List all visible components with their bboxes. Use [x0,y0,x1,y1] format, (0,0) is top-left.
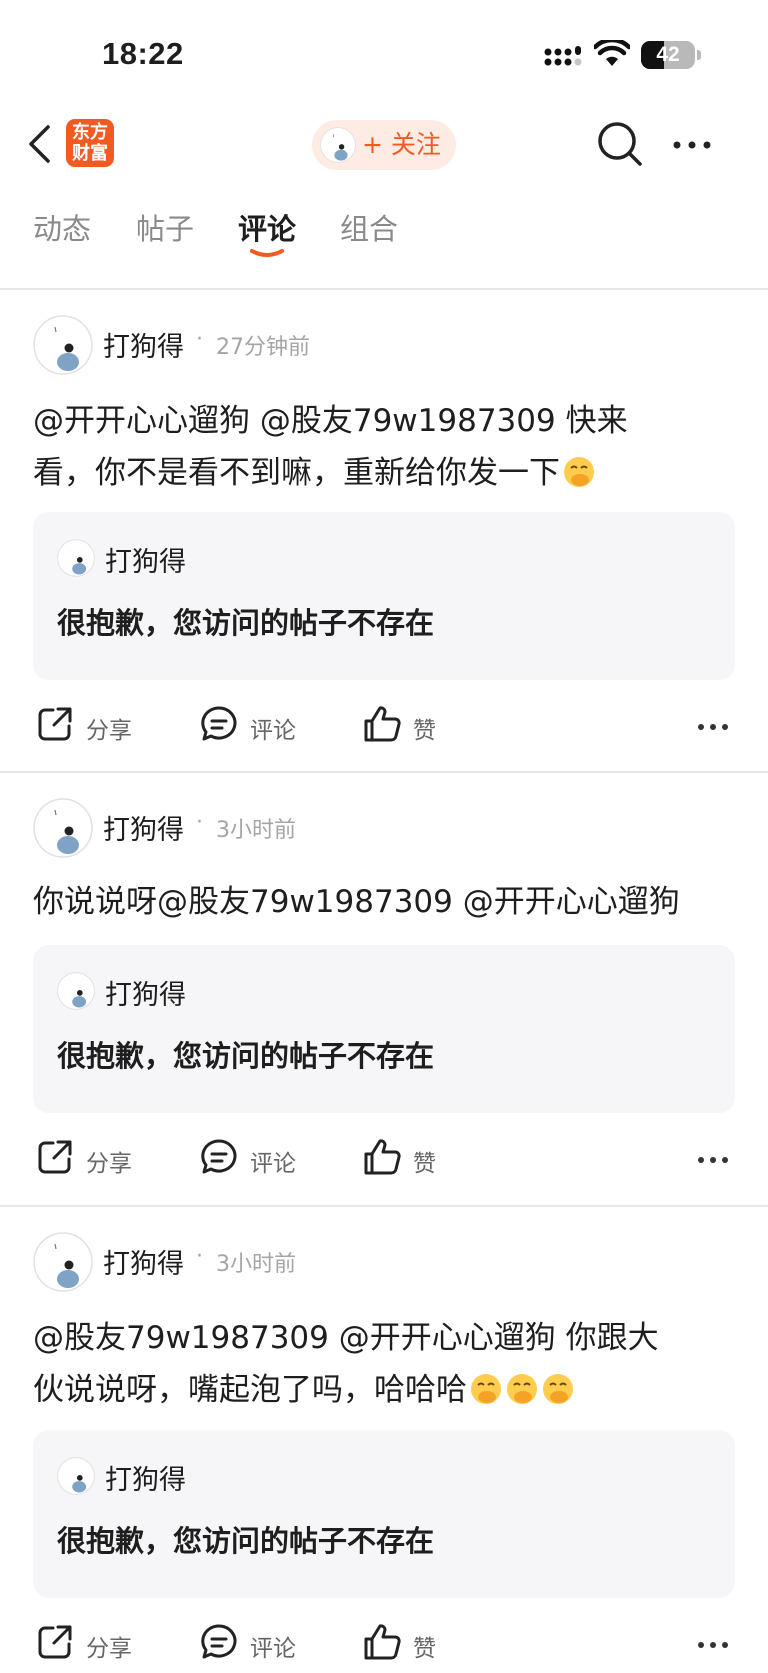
avatar[interactable] [33,1232,93,1292]
tab-posts[interactable]: 帖子 [136,206,194,248]
active-tab-indicator [250,249,284,257]
quoted-text: 很抱歉，您访问的帖子不存在 [57,1039,435,1073]
comment-label: 评论 [250,1636,296,1662]
app-logo: 东方 财富 [66,119,114,167]
share-label: 分享 [86,1636,132,1662]
battery-level: 42 [656,43,680,66]
comment-icon [201,1624,237,1659]
nav-bar: 东方 财富 + 关注 [0,112,768,178]
post-text-line: 伙说说呀，嘴起泡了吗，哈哈哈 [33,1372,467,1408]
hand-over-mouth-emoji [507,1374,537,1404]
post-text[interactable]: 你说说呀@股友79w1987309 @开开心心遛狗 [33,876,733,928]
share-label: 分享 [86,718,132,744]
like-label: 赞 [413,1636,436,1662]
quoted-author: 打狗得 [105,980,186,1011]
separator-dot: · [196,327,203,352]
author-name[interactable]: 打狗得 [103,1242,184,1281]
more-horizontal-icon[interactable] [697,1156,729,1164]
post-time: 3小时前 [216,818,296,843]
post-text[interactable]: @股友79w1987309 @开开心心遛狗 你跟大 伙说说呀，嘴起泡了吗，哈哈哈 [33,1312,733,1416]
post-text-line: @开开心心遛狗 @股友79w1987309 快来 [33,403,628,439]
thumbs-up-icon [364,1624,401,1660]
logo-text-line2: 财富 [72,143,108,164]
quoted-post-card[interactable]: 打狗得 很抱歉，您访问的帖子不存在 [33,945,735,1113]
quoted-author: 打狗得 [105,547,186,578]
quoted-text: 很抱歉，您访问的帖子不存在 [57,1524,435,1558]
post-actions: 分享 评论 赞 [0,695,768,755]
post-text[interactable]: @开开心心遛狗 @股友79w1987309 快来 看，你不是看不到嘛，重新给你发… [33,395,733,499]
profile-tabs: 动态 帖子 评论 组合 [0,200,768,288]
share-label: 分享 [86,1151,132,1177]
avatar [57,972,95,1010]
quoted-post-card[interactable]: 打狗得 很抱歉，您访问的帖子不存在 [33,512,735,680]
post-text-line: @股友79w1987309 @开开心心遛狗 你跟大 [33,1320,659,1356]
avatar [57,1457,95,1495]
quoted-author: 打狗得 [105,1465,186,1496]
divider [0,771,768,773]
post-actions: 分享 评论 赞 [0,1128,768,1188]
author-name[interactable]: 打狗得 [103,808,184,847]
signal-icon [544,46,582,66]
hand-over-mouth-emoji [564,457,594,487]
separator-dot: · [196,810,203,835]
battery-tip [697,50,701,60]
share-icon [38,707,72,741]
avatar [320,127,356,163]
avatar[interactable] [33,798,93,858]
comment-icon [201,1139,237,1174]
comment-label: 评论 [250,718,296,744]
chevron-left-icon[interactable] [26,124,52,164]
post-text-line: 看，你不是看不到嘛，重新给你发一下 [33,455,560,491]
tab-comments[interactable]: 评论 [238,206,296,248]
battery-icon: 42 [641,41,695,69]
thumbs-up-icon [364,706,401,742]
divider [0,1205,768,1207]
hand-over-mouth-emoji [471,1374,501,1404]
post-time: 3小时前 [216,1252,296,1277]
quoted-post-card[interactable]: 打狗得 很抱歉，您访问的帖子不存在 [33,1430,735,1598]
thumbs-up-icon [364,1139,401,1175]
like-label: 赞 [413,1151,436,1177]
status-bar: 18:22 42 [0,0,768,112]
separator-dot: · [196,1244,203,1269]
more-horizontal-icon[interactable] [672,140,712,150]
hand-over-mouth-emoji [543,1374,573,1404]
post-header: 打狗得 · 3小时前 [33,798,733,858]
avatar [57,539,95,577]
avatar[interactable] [33,315,93,375]
like-label: 赞 [413,718,436,744]
follow-label: + 关注 [362,130,441,159]
tab-portfolio[interactable]: 组合 [340,206,398,248]
post-text-line: 你说说呀@股友79w1987309 @开开心心遛狗 [33,884,680,920]
comment-label: 评论 [250,1151,296,1177]
wifi-icon [594,40,630,66]
status-time: 18:22 [102,36,184,71]
more-horizontal-icon[interactable] [697,723,729,731]
follow-button[interactable]: + 关注 [312,120,456,170]
share-icon [38,1625,72,1659]
tab-dynamics[interactable]: 动态 [33,206,91,248]
post-header: 打狗得 · 27分钟前 [33,315,733,375]
author-name[interactable]: 打狗得 [103,325,184,364]
divider [0,288,768,290]
search-icon[interactable] [596,120,644,168]
comment-icon [201,706,237,741]
post-actions: 分享 评论 赞 [0,1613,768,1673]
quoted-text: 很抱歉，您访问的帖子不存在 [57,606,435,640]
post-header: 打狗得 · 3小时前 [33,1232,733,1292]
more-horizontal-icon[interactable] [697,1641,729,1649]
logo-text-line1: 东方 [72,122,108,143]
post-time: 27分钟前 [216,335,310,360]
share-icon [38,1140,72,1174]
